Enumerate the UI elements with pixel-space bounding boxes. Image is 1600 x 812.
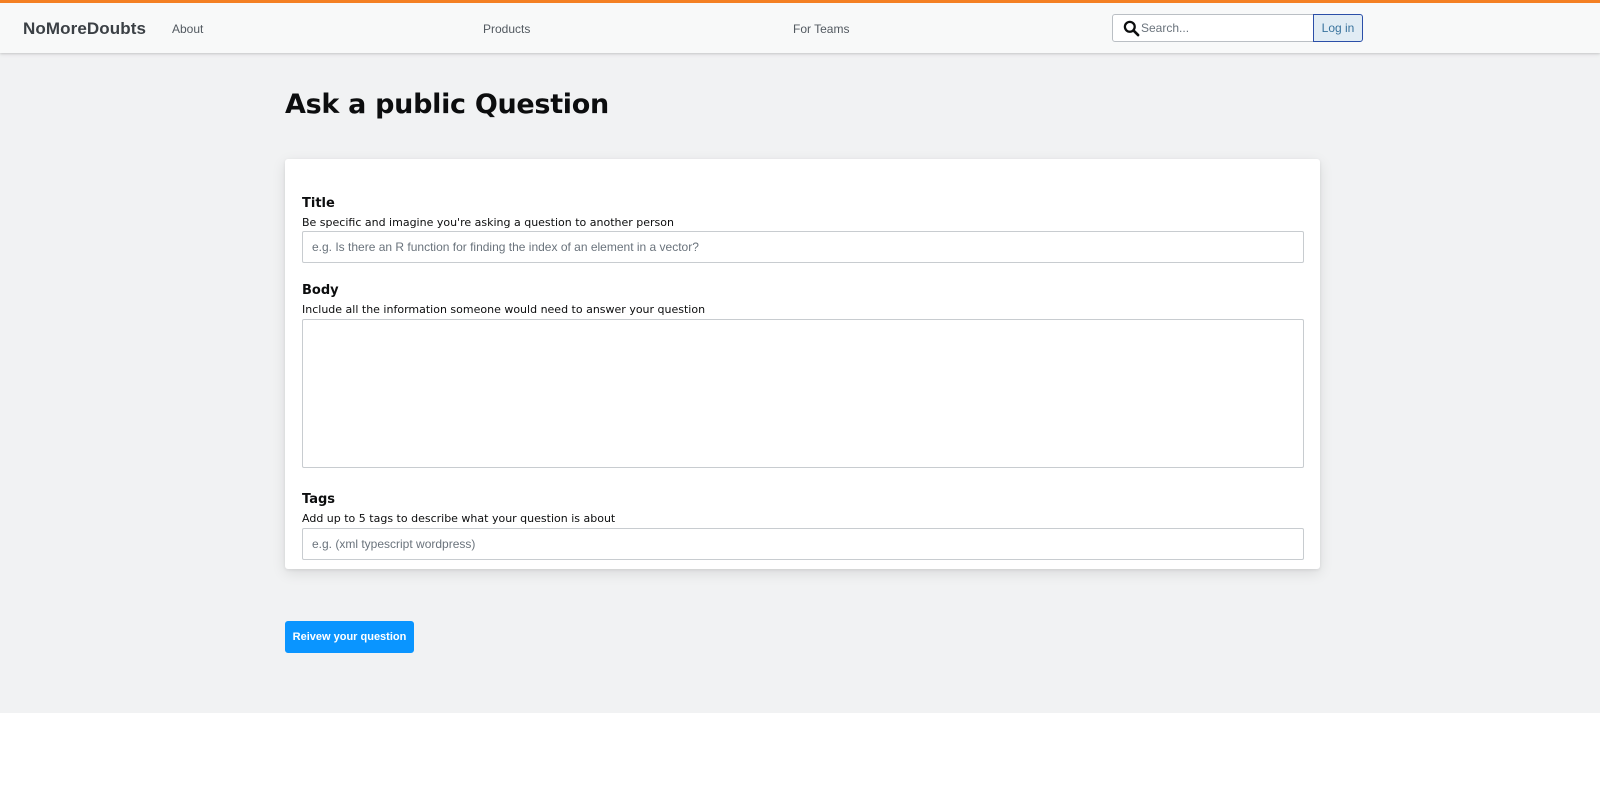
title-input[interactable] — [302, 231, 1304, 263]
body-description: Include all the information someone woul… — [302, 303, 706, 316]
nav-link-products[interactable]: Products — [483, 22, 530, 36]
search-icon — [1123, 20, 1140, 37]
brand-logo-link[interactable]: NoMoreDoubts — [23, 19, 146, 39]
tags-input[interactable] — [302, 528, 1304, 560]
search-box — [1112, 14, 1314, 42]
top-navbar: NoMoreDoubts About Products For Teams Lo… — [0, 0, 1600, 53]
question-form-card: Title Be specific and imagine you're ask… — [285, 159, 1320, 569]
body-label: Body — [302, 283, 339, 298]
login-button[interactable]: Log in — [1313, 14, 1363, 42]
page-title: Ask a public Question — [285, 89, 609, 120]
title-description: Be specific and imagine you're asking a … — [302, 216, 674, 229]
tags-label: Tags — [302, 492, 336, 507]
nav-link-for-teams[interactable]: For Teams — [793, 22, 849, 36]
review-question-button[interactable]: Reivew your question — [285, 621, 414, 653]
nav-link-about[interactable]: About — [172, 22, 203, 36]
main-content: Ask a public Question Title Be specific … — [0, 53, 1600, 713]
body-textarea[interactable] — [302, 319, 1304, 468]
search-input[interactable] — [1141, 16, 1309, 40]
tags-description: Add up to 5 tags to describe what your q… — [302, 512, 616, 525]
title-label: Title — [302, 196, 335, 211]
